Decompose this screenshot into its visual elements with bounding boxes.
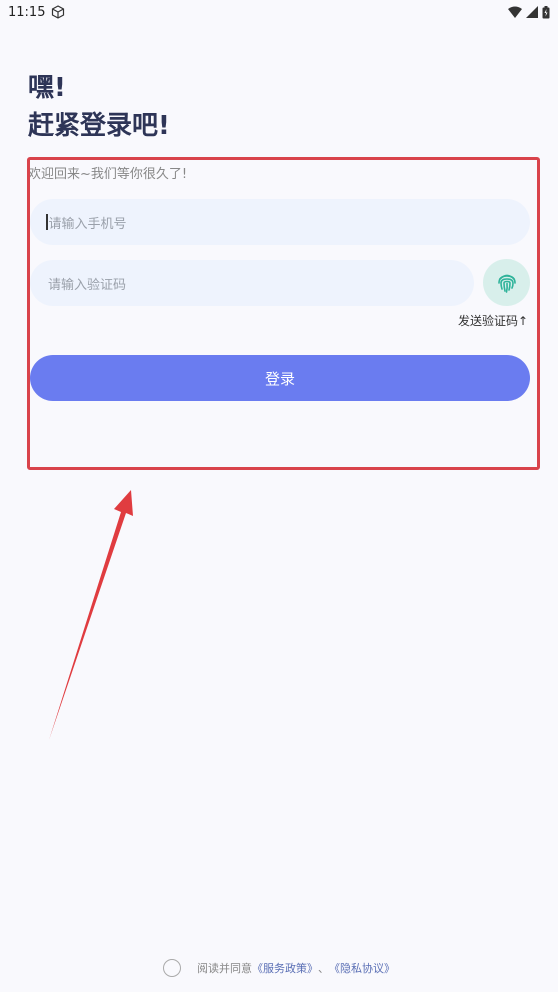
red-arrow xyxy=(49,490,133,740)
privacy-policy-link[interactable]: 《隐私协议》 xyxy=(329,960,395,976)
agreement-prefix: 阅读并同意 xyxy=(197,962,252,975)
service-policy-link[interactable]: 《服务政策》 xyxy=(252,960,318,976)
agreement-row: 阅读并同意 《服务政策》 、 《隐私协议》 xyxy=(0,958,558,978)
agreement-separator: 、 xyxy=(318,962,329,975)
agreement-radio[interactable] xyxy=(163,959,181,977)
